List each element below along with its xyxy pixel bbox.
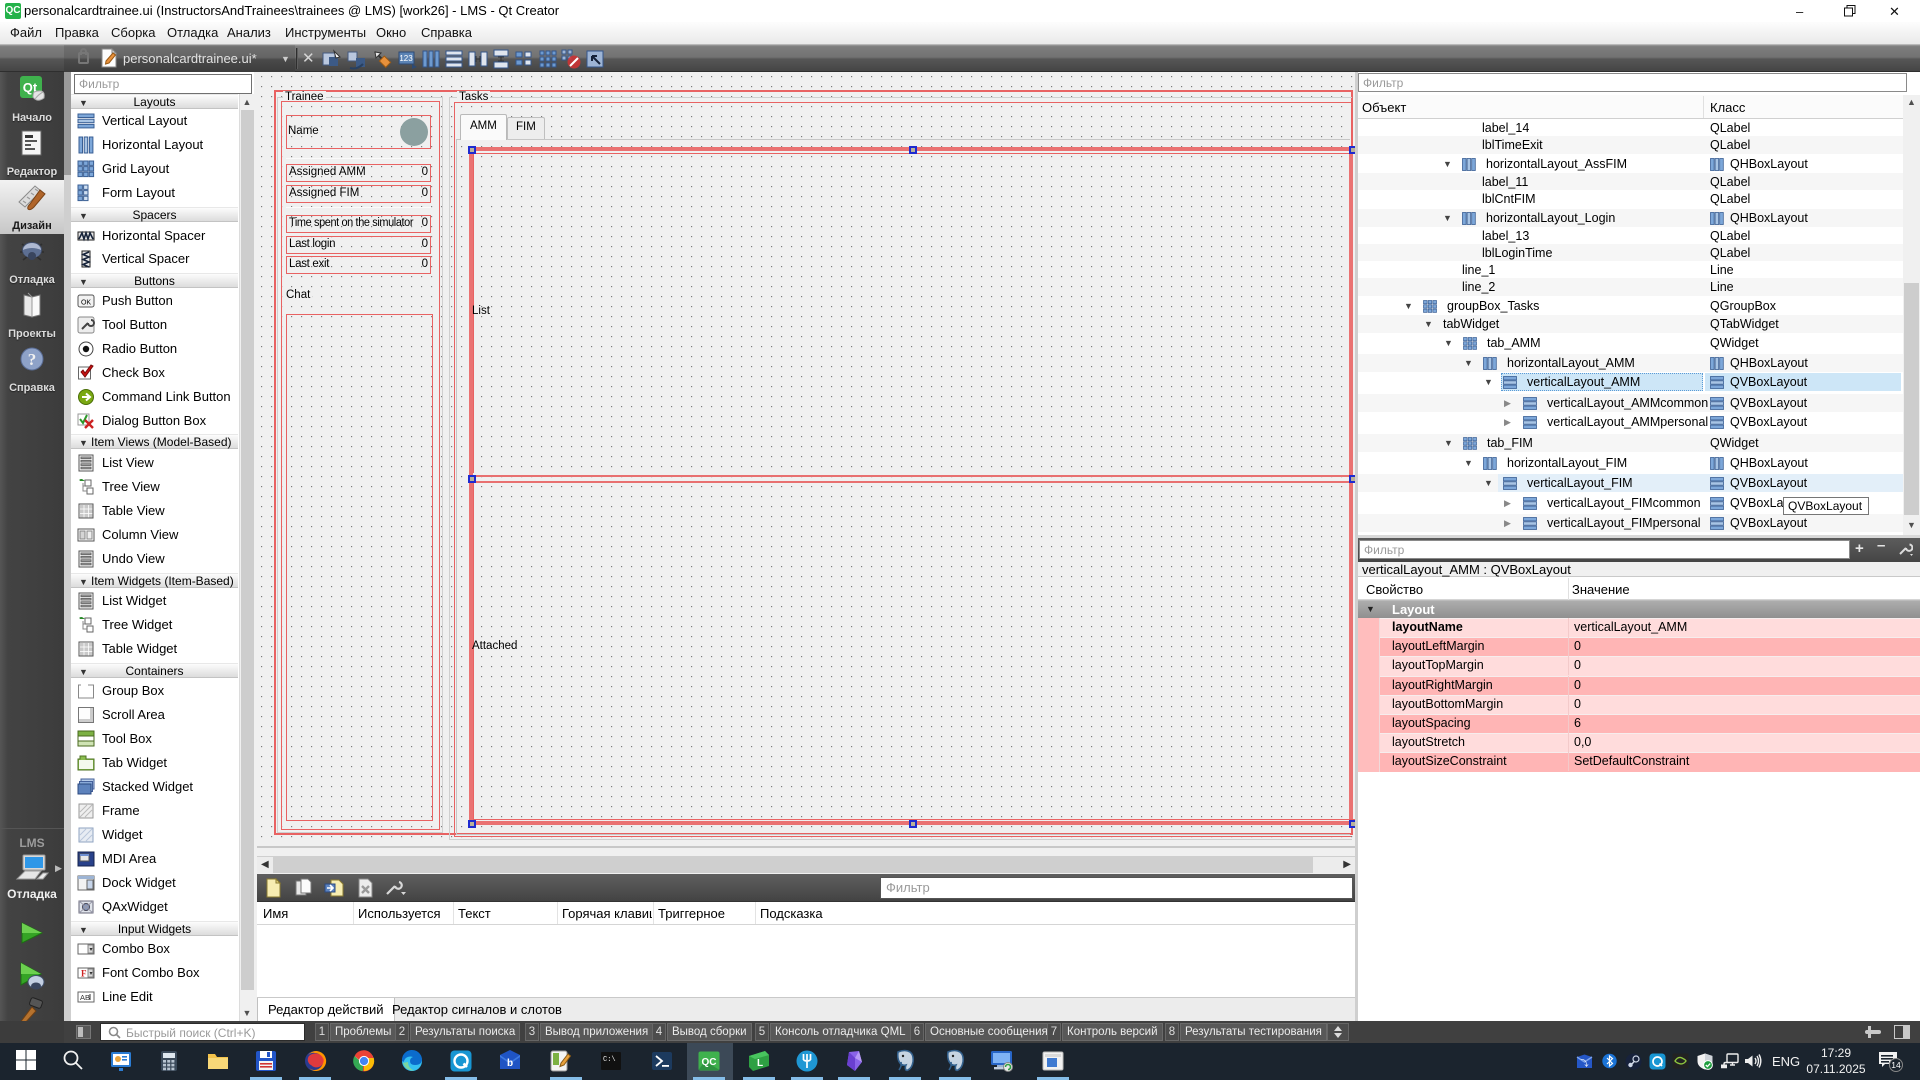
svg-text:C:\: C:\: [603, 1056, 616, 1064]
svg-text:?: ?: [28, 350, 37, 369]
svg-text:b: b: [507, 1058, 513, 1069]
svg-text:14: 14: [1891, 1060, 1901, 1070]
svg-text:OK: OK: [81, 300, 91, 307]
svg-text:AB: AB: [80, 993, 90, 1002]
svg-text:L: L: [757, 1058, 763, 1069]
svg-text:F: F: [81, 969, 87, 979]
svg-text:QC: QC: [702, 1057, 717, 1068]
svg-text:⤵: ⤵: [1581, 1059, 1589, 1068]
svg-text:123: 123: [399, 54, 413, 63]
